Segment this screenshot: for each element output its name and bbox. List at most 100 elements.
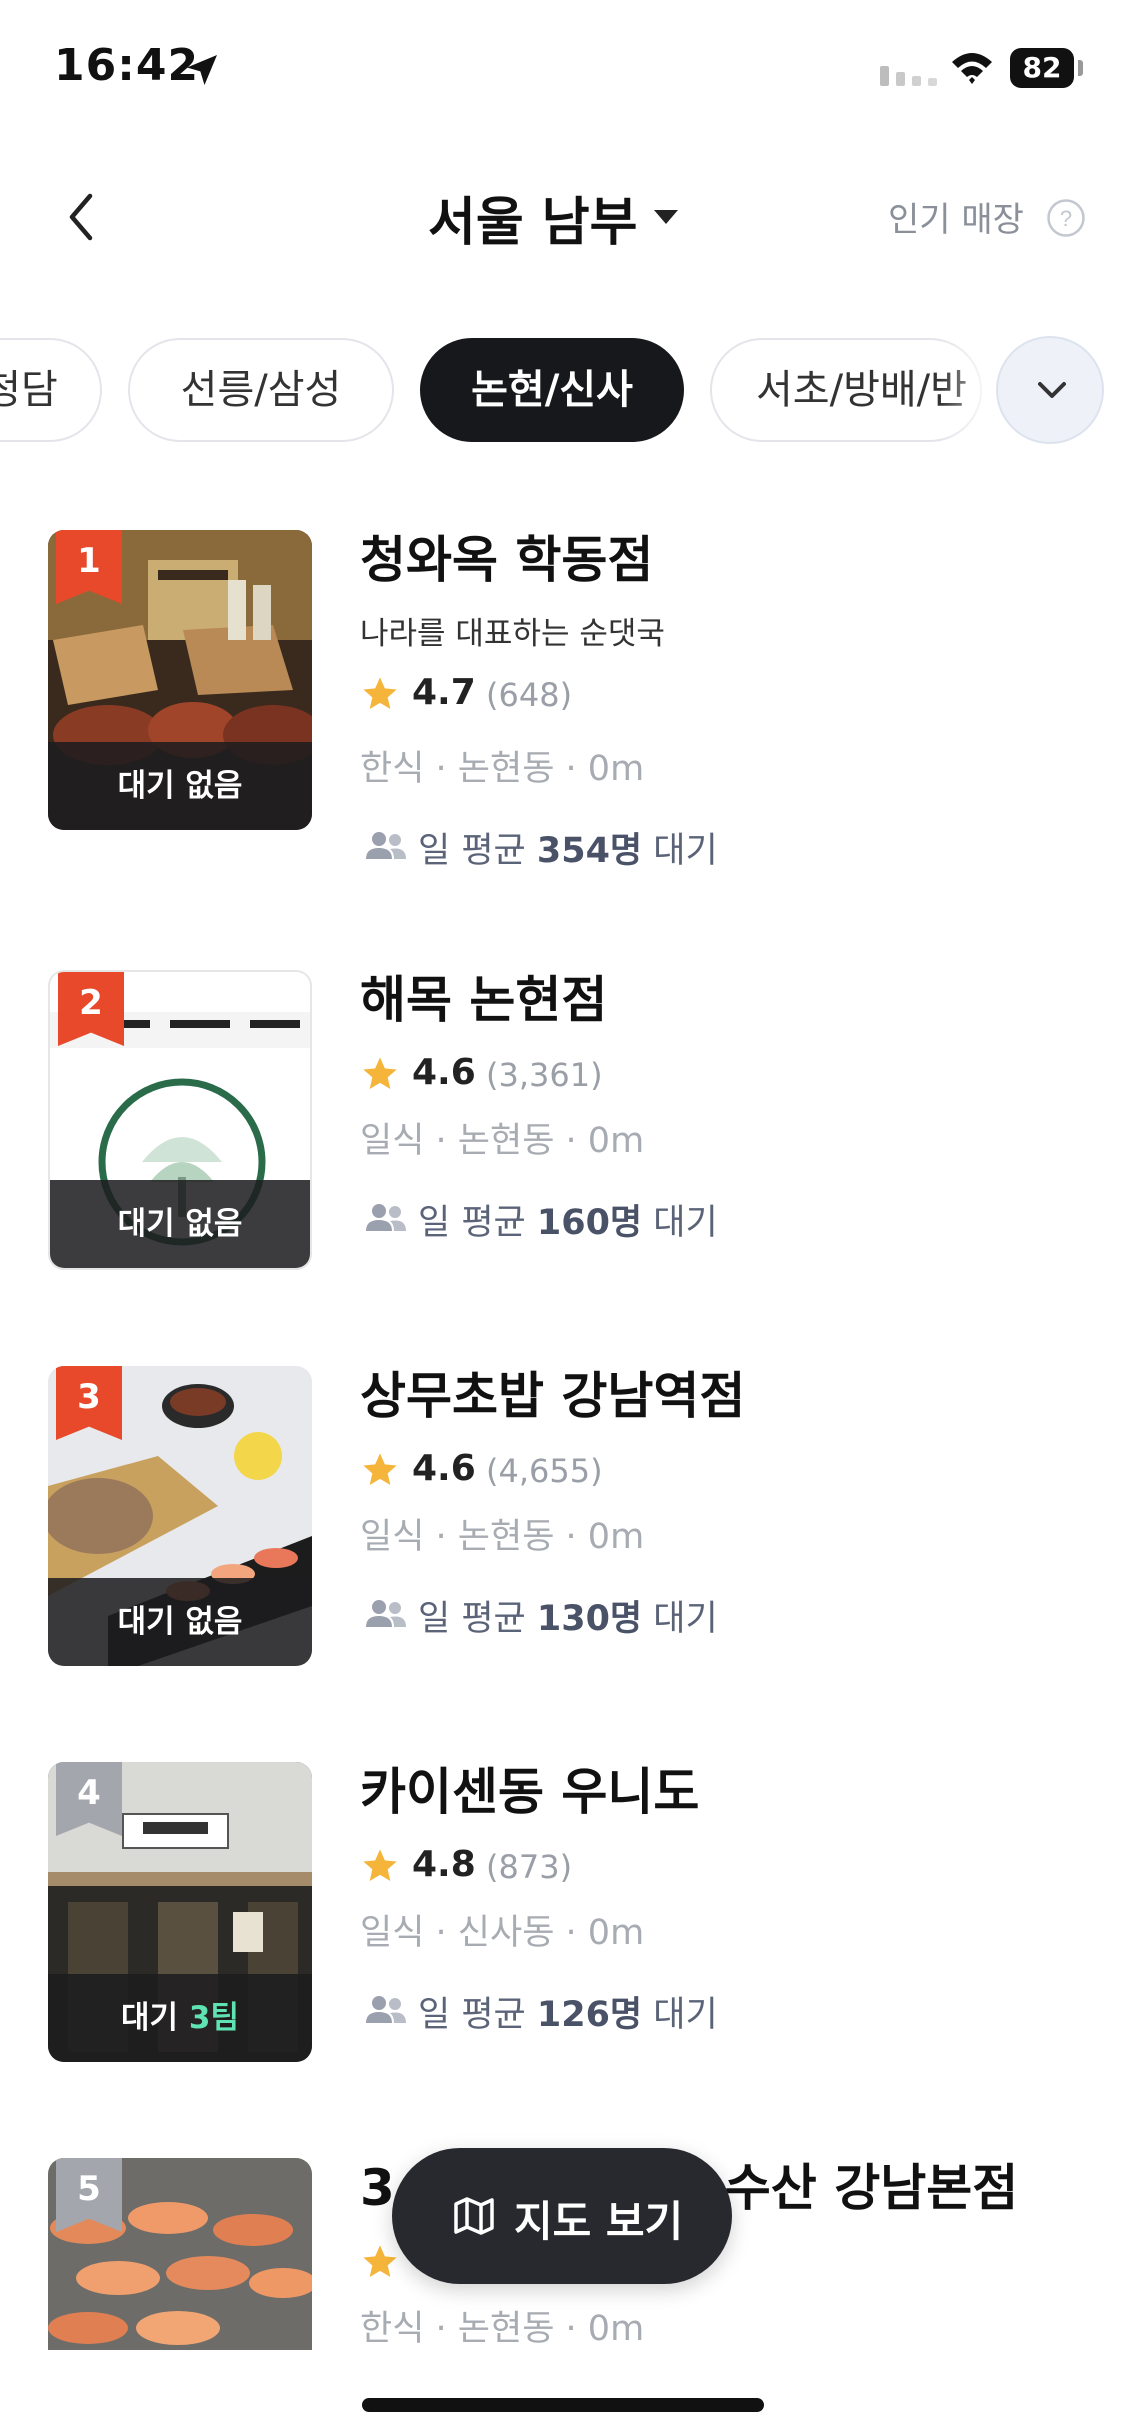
chip-seolleung-samseong[interactable]: 선릉/삼성 bbox=[128, 338, 394, 442]
help-icon[interactable]: ? bbox=[1046, 198, 1086, 238]
restaurant-category: 한식 bbox=[360, 2309, 425, 2349]
home-indicator bbox=[362, 2398, 764, 2412]
star-icon bbox=[363, 2245, 397, 2277]
restaurant-meta: 일식 · 논현동 · 0m bbox=[360, 1112, 644, 1163]
people-icon bbox=[366, 1600, 406, 1627]
restaurant-description: 나라를 대표하는 순댓국 bbox=[360, 616, 665, 652]
popular-stores-label: 인기 매장 bbox=[888, 200, 1024, 240]
restaurant-thumbnail[interactable]: 1 대기 없음 bbox=[48, 530, 312, 830]
area-filter-chips: 청담 선릉/삼성 논현/신사 서초/방배/반 bbox=[0, 336, 1125, 448]
average-wait-count: 126명 bbox=[536, 1995, 643, 2035]
battery-indicator: 82 bbox=[1010, 48, 1074, 88]
people-icon bbox=[366, 1996, 406, 2023]
star-icon bbox=[363, 1057, 397, 1089]
wait-status-overlay: 대기 없음 bbox=[50, 1180, 310, 1268]
meta-separator: · bbox=[424, 749, 458, 789]
view-map-label: 지도 보기 bbox=[514, 2197, 684, 2246]
rating-value: 4.7 bbox=[412, 672, 476, 713]
restaurant-category: 일식 bbox=[360, 1913, 425, 1953]
wait-status-overlay: 대기 없음 bbox=[48, 1578, 312, 1666]
restaurant-area: 논현동 bbox=[457, 1121, 555, 1161]
restaurant-distance: 0m bbox=[587, 1121, 645, 1161]
people-icon bbox=[366, 1204, 406, 1231]
wait-teams-count: 3팀 bbox=[188, 2000, 239, 2036]
meta-separator: · bbox=[554, 1517, 588, 1557]
svg-text:?: ? bbox=[1060, 206, 1072, 231]
restaurant-item-1[interactable]: 1 대기 없음 청와옥 학동점 나라를 대표하는 순댓국 4.7 (648) 한… bbox=[0, 520, 1125, 880]
restaurant-distance: 0m bbox=[587, 749, 645, 789]
average-wait-count: 130명 bbox=[536, 1599, 643, 1639]
restaurant-area: 논현동 bbox=[457, 2309, 555, 2349]
restaurant-thumbnail[interactable]: 5 bbox=[48, 2158, 312, 2350]
meta-separator: · bbox=[424, 2309, 458, 2349]
restaurant-category: 한식 bbox=[360, 749, 425, 789]
meta-separator: · bbox=[424, 1913, 458, 1953]
wait-status-overlay: 대기 없음 bbox=[48, 742, 312, 830]
map-icon bbox=[454, 2197, 494, 2235]
restaurant-category: 일식 bbox=[360, 1517, 425, 1557]
meta-separator: · bbox=[554, 1913, 588, 1953]
chip-nonhyeon-sinsa[interactable]: 논현/신사 bbox=[420, 338, 684, 442]
restaurant-name[interactable]: 해목 논현점 bbox=[360, 960, 607, 1032]
meta-separator: · bbox=[554, 1121, 588, 1161]
restaurant-name[interactable]: 카이센동 우니도 bbox=[360, 1752, 699, 1824]
restaurant-item-3[interactable]: 3 대기 없음 상무초밥 강남역점 4.6 (4,655) 일식 · 논현동 ·… bbox=[0, 1356, 1125, 1716]
restaurant-distance: 0m bbox=[587, 1517, 645, 1557]
restaurant-category: 일식 bbox=[360, 1121, 425, 1161]
restaurant-thumbnail[interactable]: 4 대기 3팀 bbox=[48, 1762, 312, 2062]
average-wait-count: 354명 bbox=[536, 831, 643, 871]
restaurant-meta: 일식 · 신사동 · 0m bbox=[360, 1904, 644, 1955]
restaurant-item-4[interactable]: 4 대기 3팀 카이센동 우니도 4.8 (873) 일식 · 신사동 · 0m… bbox=[0, 1752, 1125, 2112]
rating-value: 4.6 bbox=[412, 1052, 476, 1093]
rating-value: 4.8 bbox=[412, 1844, 476, 1885]
restaurant-thumbnail[interactable]: 2 대기 없음 bbox=[48, 970, 312, 1270]
restaurant-area: 논현동 bbox=[457, 1517, 555, 1557]
restaurant-thumbnail[interactable]: 3 대기 없음 bbox=[48, 1366, 312, 1666]
restaurant-area: 신사동 bbox=[457, 1913, 555, 1953]
status-time: 16:42 bbox=[54, 40, 200, 91]
restaurant-distance: 0m bbox=[587, 1913, 645, 1953]
review-count: (4,655) bbox=[486, 1452, 603, 1490]
star-icon bbox=[363, 1849, 397, 1881]
caret-down-icon[interactable] bbox=[652, 208, 680, 226]
expand-chips-button[interactable] bbox=[996, 336, 1104, 444]
meta-separator: · bbox=[554, 749, 588, 789]
battery-tip bbox=[1078, 60, 1083, 76]
wifi-icon bbox=[952, 53, 992, 84]
wait-status-overlay: 대기 3팀 bbox=[48, 1974, 312, 2062]
restaurant-meta: 한식 · 논현동 · 0m bbox=[360, 2300, 644, 2350]
restaurant-name-tail: 수산 강남본점 bbox=[724, 2159, 1019, 2217]
restaurant-name[interactable]: 청와옥 학동점 bbox=[360, 520, 653, 592]
review-count: (648) bbox=[486, 676, 573, 714]
chip-cheongdam[interactable]: 청담 bbox=[0, 338, 102, 442]
average-wait-text: 일 평균 160명 대기 bbox=[418, 1203, 718, 1243]
view-map-button[interactable]: 지도 보기 bbox=[392, 2148, 732, 2284]
status-bar: 16:42 82 bbox=[0, 0, 1125, 140]
restaurant-item-2[interactable]: 2 대기 없음 해목 논현점 4.6 (3,361) 일식 · 논현동 · 0m… bbox=[0, 960, 1125, 1320]
back-chevron-icon[interactable] bbox=[60, 190, 104, 244]
star-icon bbox=[363, 1453, 397, 1485]
top-navigation-bar: 서울 남부 인기 매장 ? bbox=[0, 160, 1125, 270]
restaurant-name-start: 3 bbox=[360, 2159, 395, 2217]
restaurant-name[interactable]: 상무초밥 강남역점 bbox=[360, 1356, 745, 1428]
chevron-down-icon bbox=[1038, 382, 1066, 398]
average-wait-text: 일 평균 126명 대기 bbox=[418, 1995, 718, 2035]
meta-separator: · bbox=[424, 1517, 458, 1557]
star-icon bbox=[363, 677, 397, 709]
region-title[interactable]: 서울 남부 bbox=[428, 180, 637, 255]
review-count: (3,361) bbox=[486, 1056, 603, 1094]
cellular-signal-icon bbox=[880, 66, 937, 86]
average-wait-text: 일 평균 354명 대기 bbox=[418, 831, 718, 871]
location-arrow-icon bbox=[187, 55, 217, 85]
meta-separator: · bbox=[554, 2309, 588, 2349]
restaurant-area: 논현동 bbox=[457, 749, 555, 789]
restaurant-meta: 한식 · 논현동 · 0m bbox=[360, 740, 644, 791]
restaurant-distance: 0m bbox=[587, 2309, 645, 2349]
average-wait-count: 160명 bbox=[536, 1203, 643, 1243]
people-icon bbox=[366, 832, 406, 859]
restaurant-list: 1 대기 없음 청와옥 학동점 나라를 대표하는 순댓국 4.7 (648) 한… bbox=[0, 520, 1125, 2350]
review-count: (873) bbox=[486, 1848, 573, 1886]
meta-separator: · bbox=[424, 1121, 458, 1161]
restaurant-meta: 일식 · 논현동 · 0m bbox=[360, 1508, 644, 1559]
average-wait-text: 일 평균 130명 대기 bbox=[418, 1599, 718, 1639]
